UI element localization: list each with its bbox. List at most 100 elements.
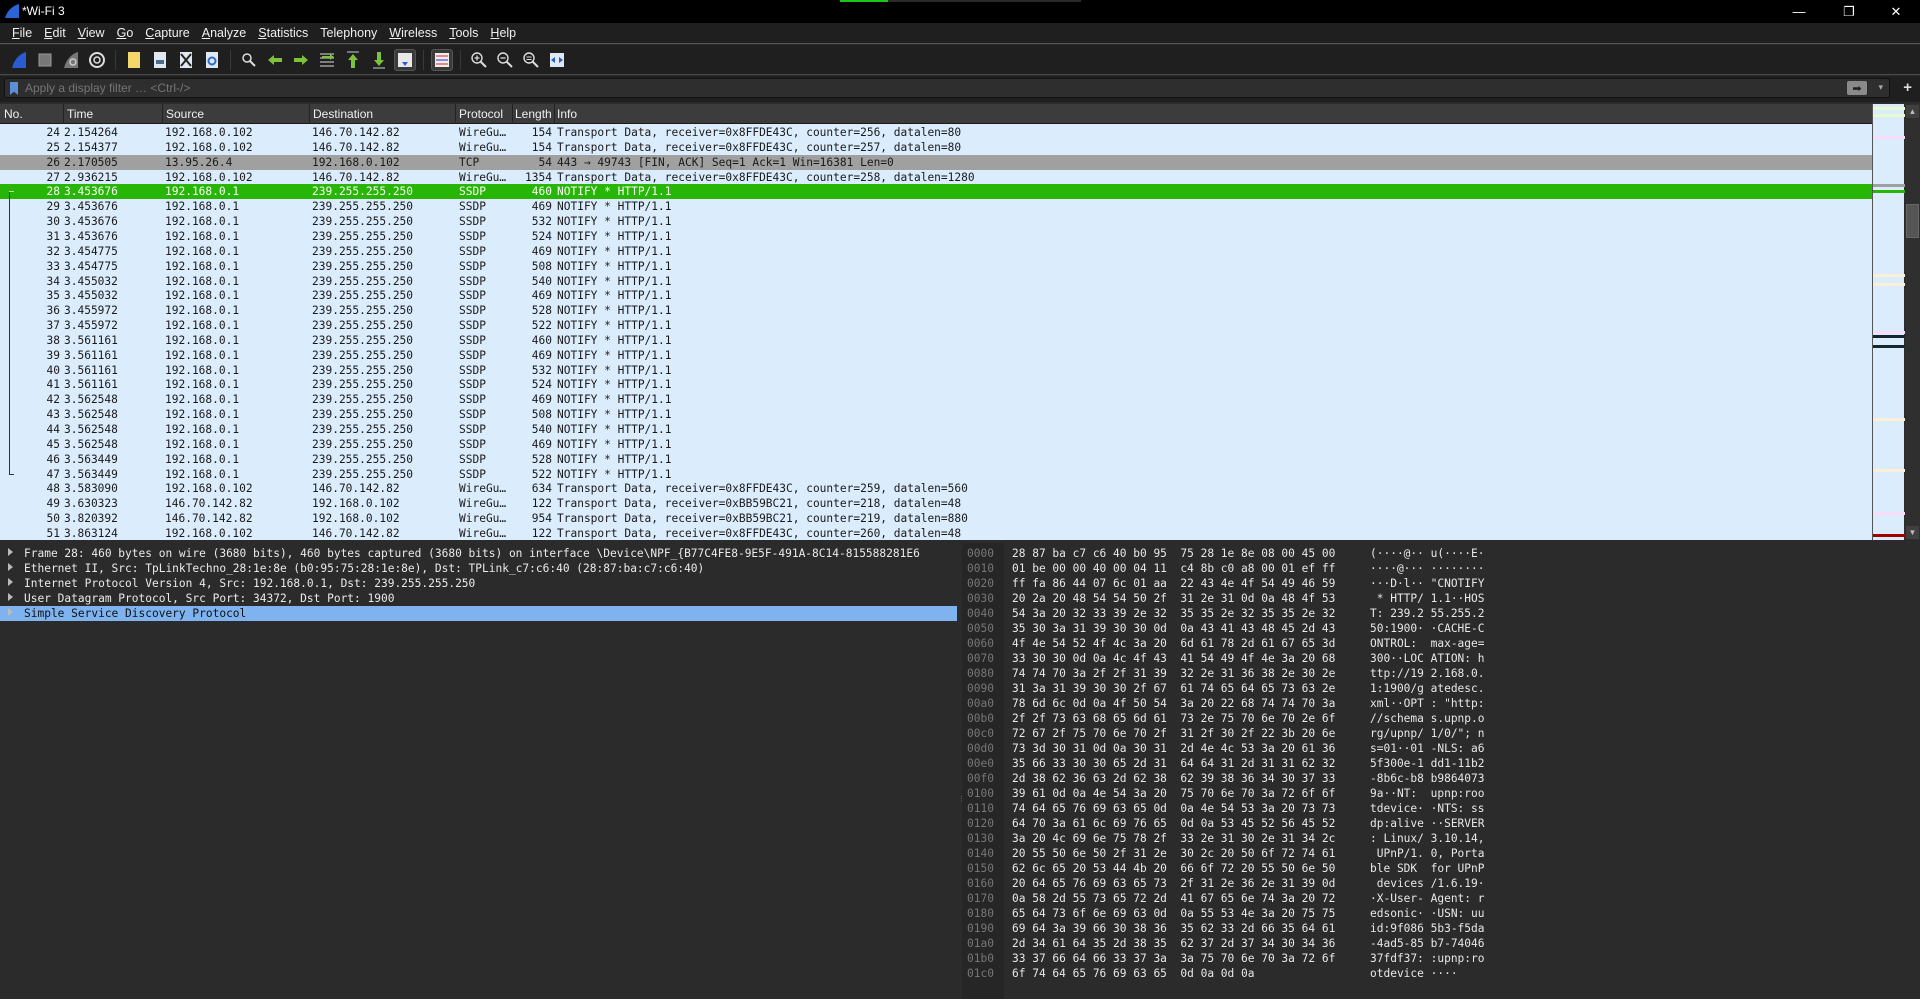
minimize-button[interactable]: —: [1776, 0, 1822, 23]
packet-row[interactable]: 29 3.453676 192.168.0.1 239.255.255.250 SSDP…: [0, 199, 1872, 214]
colorize-button[interactable]: [431, 48, 453, 71]
filter-bookmark-icon[interactable]: [10, 82, 18, 95]
last-packet-button[interactable]: [368, 49, 390, 71]
restore-button[interactable]: ❐: [1826, 0, 1872, 23]
packet-row[interactable]: 39 3.561161 192.168.0.1 239.255.255.250 SSDP…: [0, 348, 1872, 363]
packet-row[interactable]: 25 2.154377 192.168.0.102 146.70.142.82 Wire…: [0, 140, 1872, 155]
close-button[interactable]: ✕: [1873, 0, 1919, 23]
display-filter-input[interactable]: [25, 80, 1825, 96]
packet-row[interactable]: 33 3.454775 192.168.0.1 239.255.255.250 SSDP…: [0, 259, 1872, 274]
expand-arrow-icon[interactable]: [8, 593, 13, 601]
detail-tree-item[interactable]: Simple Service Discovery Protocol: [0, 606, 957, 621]
packet-list[interactable]: No. Time Source Destination Protocol Len…: [0, 104, 1872, 540]
packet-row[interactable]: 35 3.455032 192.168.0.1 239.255.255.250 SSDP…: [0, 288, 1872, 303]
go-back-button[interactable]: [264, 49, 286, 71]
scroll-up-button[interactable]: ▲: [1906, 105, 1919, 118]
packet-row[interactable]: 44 3.562548 192.168.0.1 239.255.255.250 SSDP…: [0, 422, 1872, 437]
expand-arrow-icon[interactable]: [8, 608, 13, 616]
column-divider[interactable]: [309, 104, 310, 124]
column-header-time[interactable]: Time: [67, 107, 93, 121]
menu-tools[interactable]: Tools: [443, 26, 484, 40]
menu-telephony[interactable]: Telephony: [314, 26, 383, 40]
packet-list-scrollbar[interactable]: ▲ ▼: [1905, 104, 1920, 540]
normal-size-button[interactable]: [520, 49, 542, 71]
column-header-protocol[interactable]: Protocol: [459, 107, 503, 121]
menu-capture[interactable]: Capture: [139, 26, 195, 40]
packet-row[interactable]: 51 3.863124 192.168.0.102 146.70.142.82 Wire…: [0, 526, 1872, 540]
packet-row[interactable]: 42 3.562548 192.168.0.1 239.255.255.250 SSDP…: [0, 392, 1872, 407]
zoom-in-button[interactable]: [468, 49, 490, 71]
add-filter-button-button[interactable]: +: [1903, 79, 1912, 96]
packet-row[interactable]: 36 3.455972 192.168.0.1 239.255.255.250 SSDP…: [0, 303, 1872, 318]
menu-help[interactable]: Help: [484, 26, 522, 40]
reload-file-button[interactable]: [201, 49, 223, 71]
stop-capture-button[interactable]: [34, 49, 56, 71]
column-divider[interactable]: [455, 104, 456, 124]
column-header-no[interactable]: No.: [4, 107, 23, 121]
packet-bytes-pane[interactable]: 0000 28 87 ba c7 c6 40 b0 95 75 28 1e 8e …: [962, 543, 1920, 999]
column-header-length[interactable]: Length: [515, 107, 552, 121]
packet-row[interactable]: 32 3.454775 192.168.0.1 239.255.255.250 SSDP…: [0, 244, 1872, 259]
packet-row[interactable]: 31 3.453676 192.168.0.1 239.255.255.250 SSDP…: [0, 229, 1872, 244]
menu-go[interactable]: Go: [111, 26, 140, 40]
packet-row[interactable]: 48 3.583090 192.168.0.102 146.70.142.82 Wire…: [0, 481, 1872, 496]
scrollbar-thumb[interactable]: [1906, 204, 1919, 238]
packet-row[interactable]: 27 2.936215 192.168.0.102 146.70.142.82 Wire…: [0, 170, 1872, 185]
packet-row[interactable]: 49 3.630323 146.70.142.82 192.168.0.102 Wire…: [0, 496, 1872, 511]
packet-row[interactable]: 34 3.455032 192.168.0.1 239.255.255.250 SSDP…: [0, 274, 1872, 289]
menu-analyze[interactable]: Analyze: [196, 26, 252, 40]
resize-columns-button[interactable]: [546, 49, 568, 71]
menu-file[interactable]: File: [6, 26, 38, 40]
detail-tree-item[interactable]: Internet Protocol Version 4, Src: 192.16…: [0, 576, 957, 591]
menu-statistics[interactable]: Statistics: [252, 26, 314, 40]
cell-time: 3.453676: [64, 200, 118, 214]
packet-row[interactable]: 40 3.561161 192.168.0.1 239.255.255.250 SSDP…: [0, 363, 1872, 378]
packet-details-pane[interactable]: Frame 28: 460 bytes on wire (3680 bits),…: [0, 543, 957, 999]
zoom-out-button[interactable]: [494, 49, 516, 71]
pane-splitter-handle[interactable]: ⋮: [958, 795, 965, 803]
detail-tree-item[interactable]: Frame 28: 460 bytes on wire (3680 bits),…: [0, 546, 957, 561]
column-header-source[interactable]: Source: [166, 107, 204, 121]
packet-row[interactable]: 47 3.563449 192.168.0.1 239.255.255.250 SSDP…: [0, 467, 1872, 482]
first-packet-button[interactable]: [342, 49, 364, 71]
menu-edit[interactable]: Edit: [38, 26, 72, 40]
column-divider[interactable]: [63, 104, 64, 124]
find-packet-button[interactable]: [238, 49, 260, 71]
scroll-down-button[interactable]: ▼: [1906, 526, 1919, 539]
packet-row[interactable]: 50 3.820392 146.70.142.82 192.168.0.102 Wire…: [0, 511, 1872, 526]
packet-row[interactable]: 41 3.561161 192.168.0.1 239.255.255.250 SSDP…: [0, 377, 1872, 392]
start-capture-button[interactable]: [8, 49, 30, 71]
go-to-packet-button[interactable]: [316, 49, 338, 71]
column-header-info[interactable]: Info: [557, 107, 577, 121]
menu-view[interactable]: View: [72, 26, 111, 40]
detail-tree-item[interactable]: Ethernet II, Src: TpLinkTechno_28:1e:8e …: [0, 561, 957, 576]
restart-capture-button[interactable]: [60, 49, 82, 71]
packet-row[interactable]: 43 3.562548 192.168.0.1 239.255.255.250 SSDP…: [0, 407, 1872, 422]
column-header-destination[interactable]: Destination: [313, 107, 373, 121]
filter-history-dropdown[interactable]: ▾: [1878, 82, 1883, 93]
open-file-button[interactable]: [123, 49, 145, 71]
column-divider[interactable]: [162, 104, 163, 124]
packet-minimap[interactable]: [1872, 104, 1905, 540]
packet-row[interactable]: 24 2.154264 192.168.0.102 146.70.142.82 Wire…: [0, 125, 1872, 140]
save-file-button[interactable]: [149, 49, 171, 71]
column-divider[interactable]: [512, 104, 513, 124]
expand-arrow-icon[interactable]: [8, 548, 13, 556]
detail-tree-item[interactable]: User Datagram Protocol, Src Port: 34372,…: [0, 591, 957, 606]
column-divider[interactable]: [554, 104, 555, 124]
close-file-button[interactable]: [175, 49, 197, 71]
go-forward-button[interactable]: [290, 49, 312, 71]
apply-filter-button[interactable]: ➡: [1847, 81, 1867, 95]
packet-row[interactable]: 46 3.563449 192.168.0.1 239.255.255.250 SSDP…: [0, 452, 1872, 467]
packet-row[interactable]: 28 3.453676 192.168.0.1 239.255.255.250 SSDP…: [0, 184, 1872, 200]
menu-wireless[interactable]: Wireless: [383, 26, 443, 40]
expand-arrow-icon[interactable]: [8, 563, 13, 571]
packet-row[interactable]: 38 3.561161 192.168.0.1 239.255.255.250 SSDP…: [0, 333, 1872, 348]
auto-scroll-button[interactable]: [394, 48, 416, 71]
expand-arrow-icon[interactable]: [8, 578, 13, 586]
capture-options-button[interactable]: [86, 49, 108, 71]
packet-row[interactable]: 45 3.562548 192.168.0.1 239.255.255.250 SSDP…: [0, 437, 1872, 452]
packet-row[interactable]: 26 2.170505 13.95.26.4 192.168.0.102 TCP 54 44…: [0, 154, 1872, 170]
packet-row[interactable]: 37 3.455972 192.168.0.1 239.255.255.250 SSDP…: [0, 318, 1872, 333]
packet-row[interactable]: 30 3.453676 192.168.0.1 239.255.255.250 SSDP…: [0, 214, 1872, 229]
